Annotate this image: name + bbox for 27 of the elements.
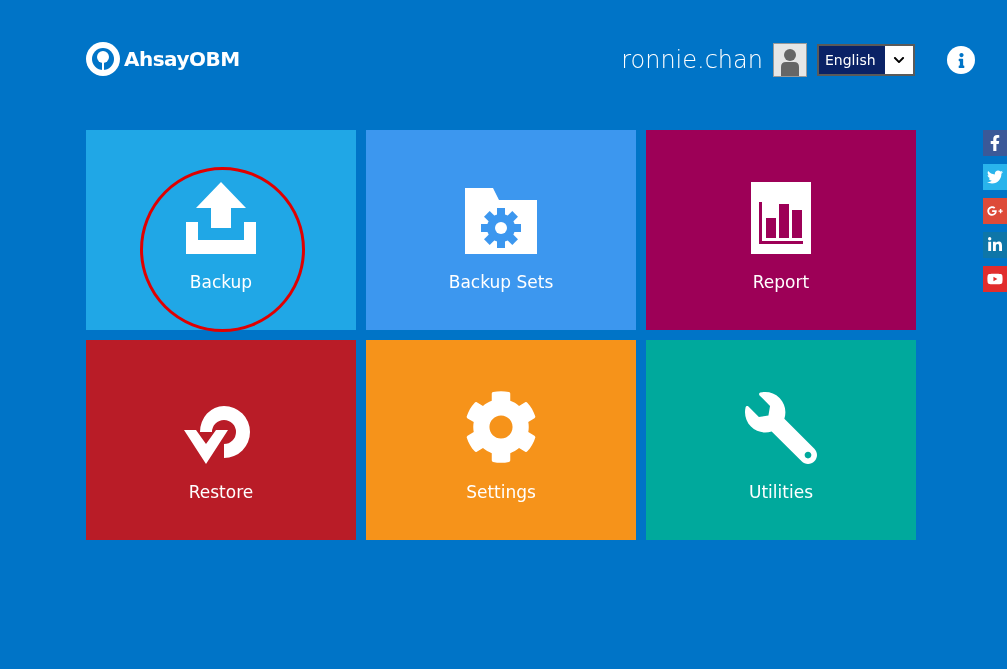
language-select[interactable]: English [817, 44, 915, 76]
menu-tile[interactable]: Restore [86, 340, 356, 540]
chevron-icon [893, 54, 905, 66]
wrench-icon [745, 391, 817, 464]
google-plus-icon [987, 203, 1003, 219]
person-icon [781, 48, 799, 76]
social-link[interactable] [983, 198, 1007, 224]
youtube-icon [987, 271, 1003, 287]
folder-gear-icon [465, 187, 537, 254]
upload-icon [186, 181, 256, 254]
social-link[interactable] [983, 266, 1007, 292]
twitter-icon [987, 169, 1003, 185]
logo-text: AhsayOBM [124, 46, 240, 73]
menu-tile[interactable]: Backup Sets [366, 130, 636, 330]
social-link[interactable] [983, 232, 1007, 258]
social-link[interactable] [983, 130, 1007, 156]
avatar[interactable] [773, 43, 807, 77]
logo-icon [86, 42, 120, 76]
bar-chart-icon [751, 181, 811, 254]
user-name: ronnie.chan [621, 45, 763, 76]
gear-icon [464, 389, 538, 464]
menu-tile[interactable]: Backup [86, 130, 356, 330]
linkedin-icon [987, 237, 1003, 253]
info-button[interactable] [947, 46, 975, 74]
menu-tile[interactable]: Settings [366, 340, 636, 540]
menu-tile[interactable]: Report [646, 130, 916, 330]
menu-tile[interactable]: Utilities [646, 340, 916, 540]
